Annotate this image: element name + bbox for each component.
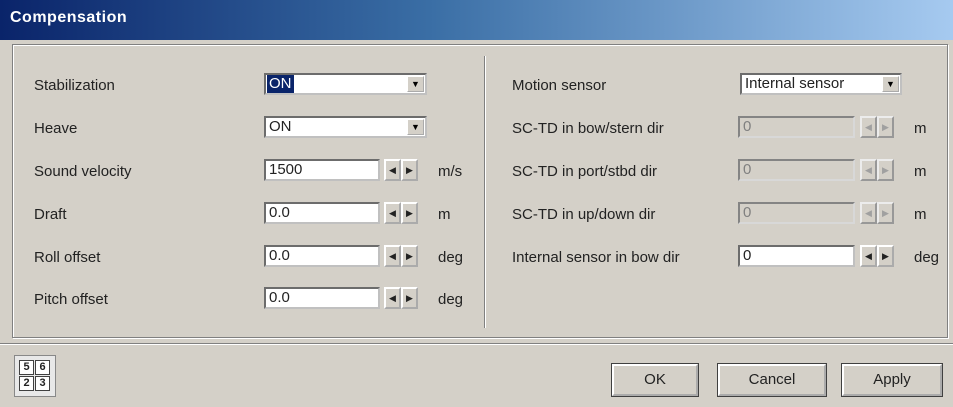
arrow-left-icon: ◀: [860, 116, 877, 138]
window-title: Compensation: [10, 9, 128, 26]
draft-label: Draft: [34, 206, 67, 223]
sctd-bow-stern-stepper: ◀ ▶: [860, 116, 894, 138]
layout-cell: 2: [19, 376, 34, 391]
arrow-right-icon[interactable]: ▶: [877, 245, 894, 267]
arrow-left-icon: ◀: [860, 202, 877, 224]
column-divider: [484, 56, 486, 328]
sound-velocity-input[interactable]: 1500: [264, 159, 380, 181]
arrow-right-icon[interactable]: ▶: [401, 159, 418, 181]
internal-bow-unit: deg: [914, 249, 940, 266]
arrow-left-icon[interactable]: ◀: [860, 245, 877, 267]
arrow-left-icon[interactable]: ◀: [384, 202, 401, 224]
sctd-up-down-unit: m: [914, 206, 927, 223]
stabilization-select[interactable]: ON ▼: [264, 73, 427, 95]
stabilization-value: ON: [267, 75, 294, 93]
heave-select[interactable]: ON ▼: [264, 116, 427, 138]
arrow-right-icon: ▶: [877, 159, 894, 181]
roll-offset-stepper[interactable]: ◀ ▶: [384, 245, 418, 267]
roll-offset-input[interactable]: 0.0: [264, 245, 380, 267]
arrow-right-icon: ▶: [877, 116, 894, 138]
stabilization-label: Stabilization: [34, 77, 115, 94]
arrow-left-icon[interactable]: ◀: [384, 287, 401, 309]
sctd-up-down-input: 0: [738, 202, 855, 224]
arrow-right-icon[interactable]: ▶: [401, 245, 418, 267]
sound-velocity-label: Sound velocity: [34, 163, 132, 180]
ok-button[interactable]: OK: [611, 363, 699, 397]
pitch-offset-unit: deg: [438, 291, 464, 308]
arrow-right-icon[interactable]: ▶: [401, 202, 418, 224]
arrow-right-icon: ▶: [877, 202, 894, 224]
motion-sensor-label: Motion sensor: [512, 77, 607, 94]
pitch-offset-stepper[interactable]: ◀ ▶: [384, 287, 418, 309]
draft-stepper[interactable]: ◀ ▶: [384, 202, 418, 224]
layout-grid-icon[interactable]: 5 6 2 3: [14, 355, 56, 397]
sctd-port-stbd-stepper: ◀ ▶: [860, 159, 894, 181]
arrow-left-icon[interactable]: ◀: [384, 245, 401, 267]
sctd-port-stbd-unit: m: [914, 163, 927, 180]
pitch-offset-label: Pitch offset: [34, 291, 108, 308]
layout-cell: 5: [19, 360, 34, 375]
layout-cell: 3: [35, 376, 50, 391]
roll-offset-unit: deg: [438, 249, 464, 266]
chevron-down-icon[interactable]: ▼: [407, 119, 424, 135]
heave-label: Heave: [34, 120, 78, 137]
arrow-left-icon[interactable]: ◀: [384, 159, 401, 181]
arrow-right-icon[interactable]: ▶: [401, 287, 418, 309]
internal-bow-label: Internal sensor in bow dir: [512, 249, 680, 266]
cancel-button[interactable]: Cancel: [717, 363, 827, 397]
footer-separator: [0, 343, 953, 345]
sctd-up-down-stepper: ◀ ▶: [860, 202, 894, 224]
draft-input[interactable]: 0.0: [264, 202, 380, 224]
chevron-down-icon[interactable]: ▼: [882, 76, 899, 92]
motion-sensor-value: Internal sensor: [745, 75, 845, 92]
apply-button[interactable]: Apply: [841, 363, 943, 397]
motion-sensor-select[interactable]: Internal sensor ▼: [740, 73, 902, 95]
sctd-port-stbd-input: 0: [738, 159, 855, 181]
heave-value: ON: [269, 118, 292, 135]
layout-cell: 6: [35, 360, 50, 375]
sctd-bow-stern-input: 0: [738, 116, 855, 138]
sctd-bow-stern-label: SC-TD in bow/stern dir: [512, 120, 664, 137]
title-bar: Compensation: [0, 0, 953, 40]
sound-velocity-unit: m/s: [438, 163, 463, 180]
chevron-down-icon[interactable]: ▼: [407, 76, 424, 92]
roll-offset-label: Roll offset: [34, 249, 101, 266]
sctd-bow-stern-unit: m: [914, 120, 927, 137]
internal-bow-stepper[interactable]: ◀ ▶: [860, 245, 894, 267]
arrow-left-icon: ◀: [860, 159, 877, 181]
draft-unit: m: [438, 206, 451, 223]
sound-velocity-stepper[interactable]: ◀ ▶: [384, 159, 418, 181]
pitch-offset-input[interactable]: 0.0: [264, 287, 380, 309]
sctd-port-stbd-label: SC-TD in port/stbd dir: [512, 163, 658, 180]
internal-bow-input[interactable]: 0: [738, 245, 855, 267]
sctd-up-down-label: SC-TD in up/down dir: [512, 206, 656, 223]
